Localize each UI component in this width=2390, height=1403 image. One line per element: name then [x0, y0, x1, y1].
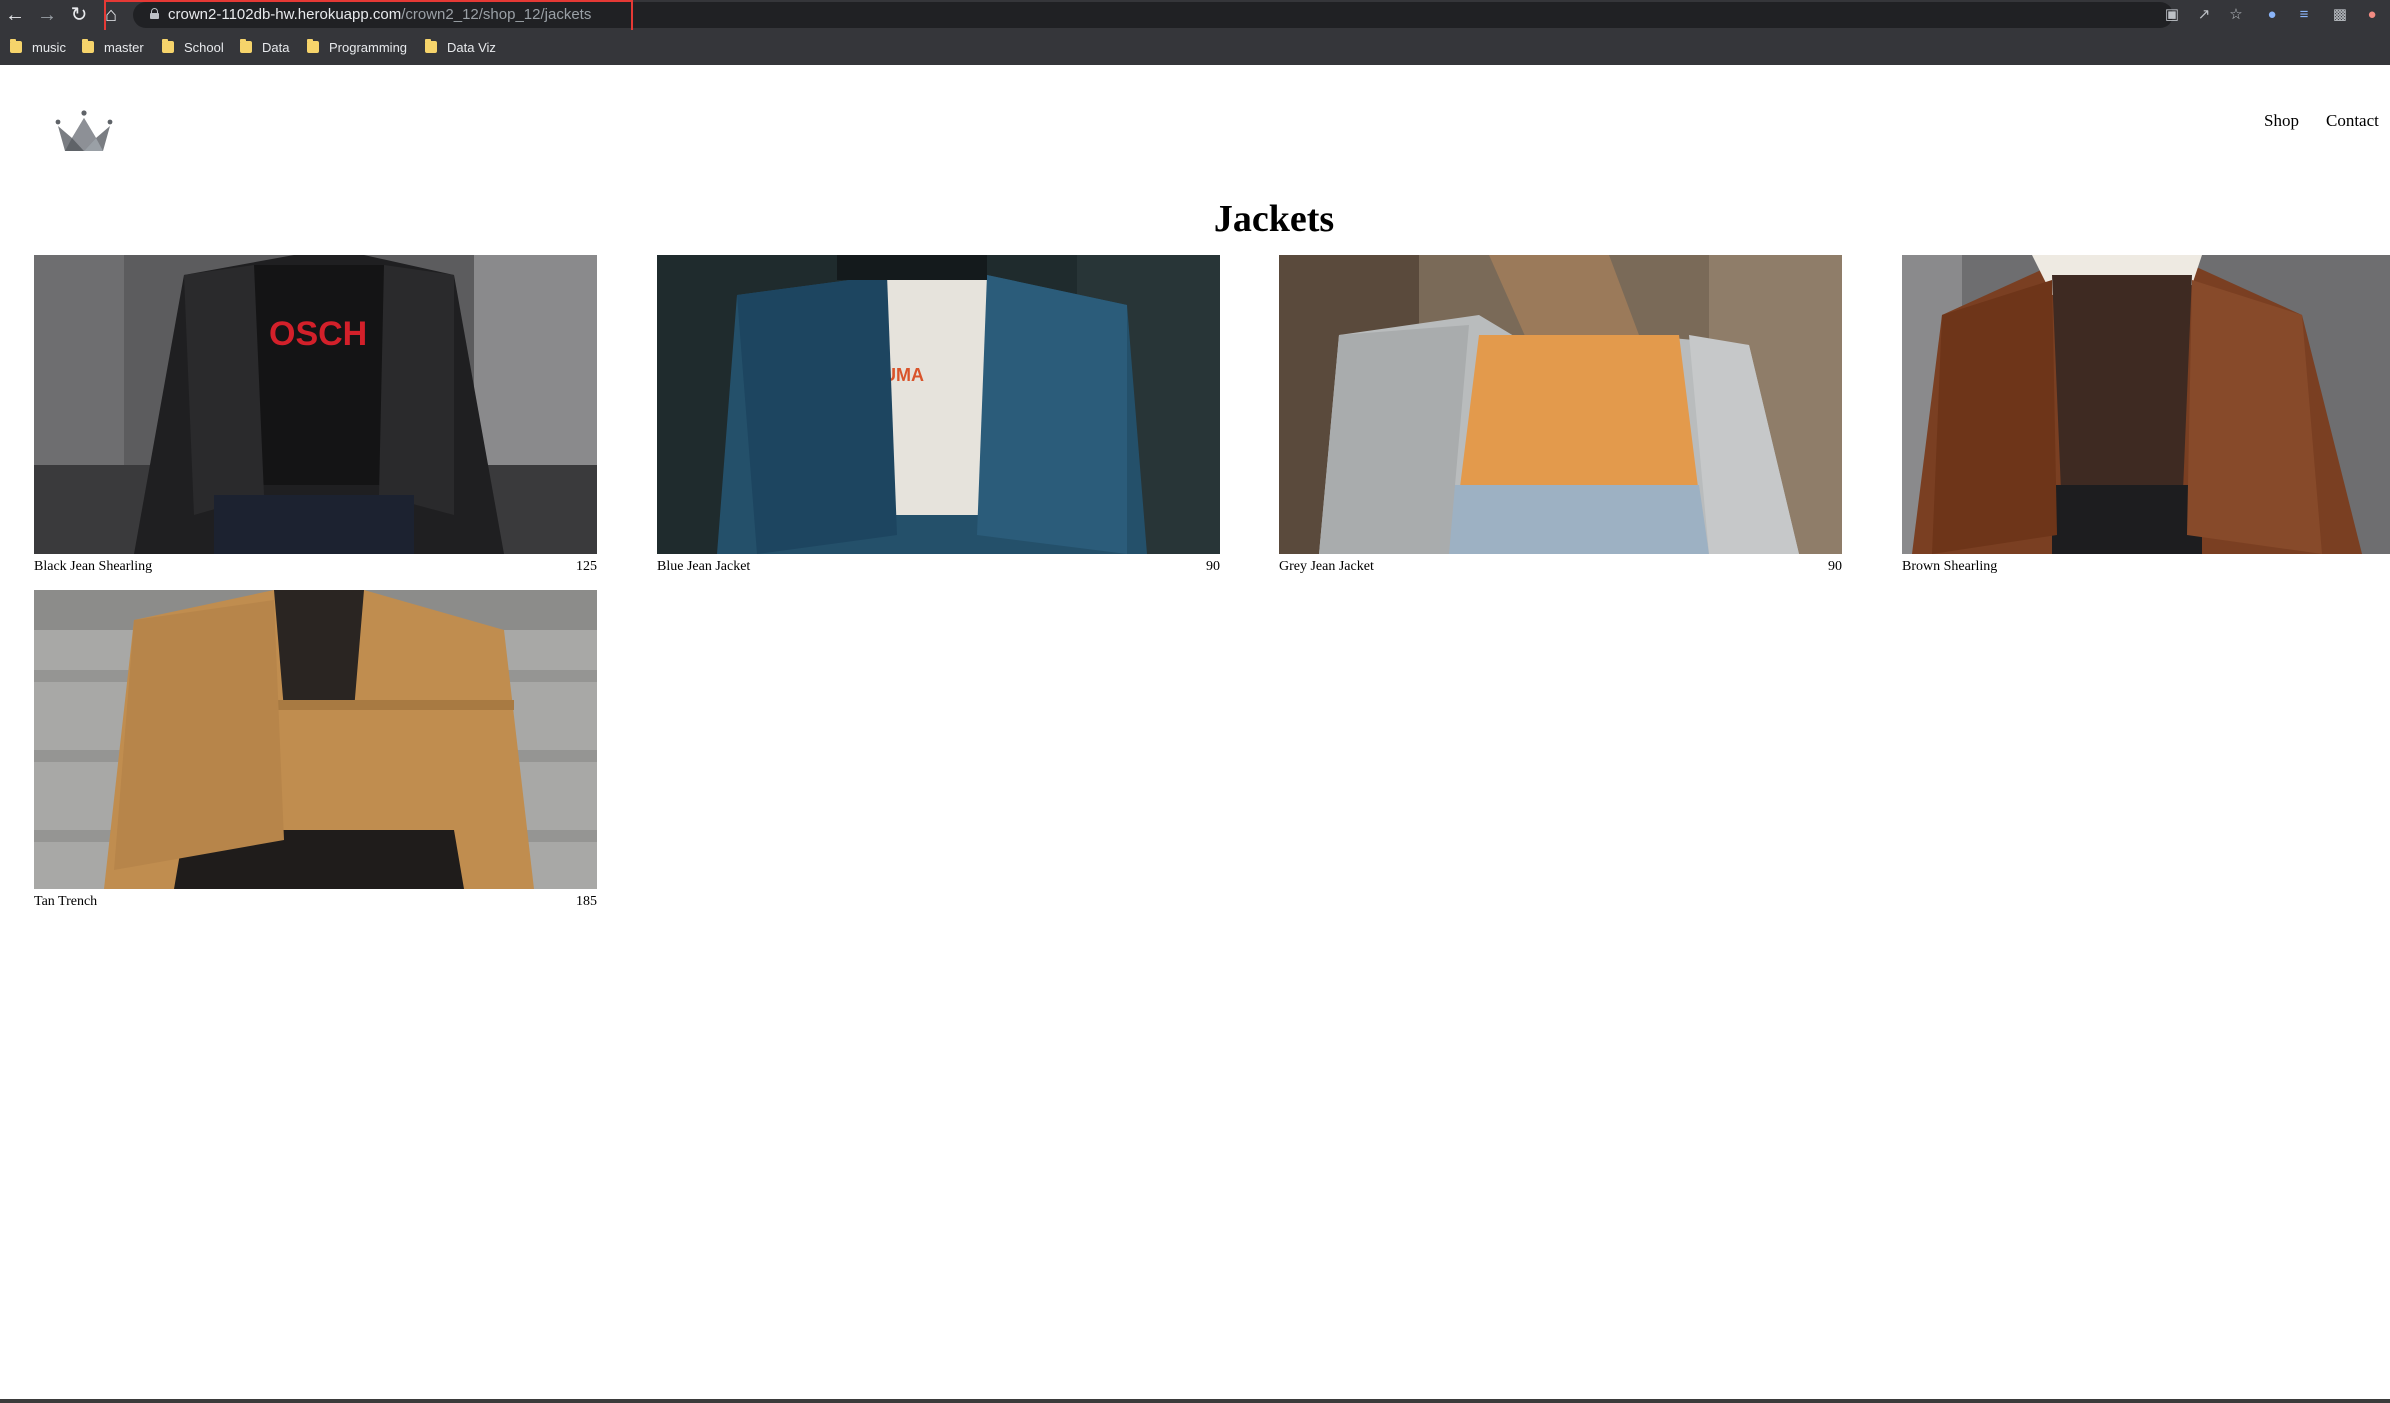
crown-logo[interactable] — [55, 108, 113, 154]
back-icon[interactable]: ← — [3, 3, 27, 27]
page-bottom-edge — [0, 1399, 2390, 1403]
extension-icon[interactable]: ● — [2262, 5, 2282, 25]
product-image[interactable] — [34, 590, 597, 889]
translate-icon[interactable]: ▣ — [2162, 5, 2182, 25]
lock-icon[interactable] — [150, 8, 159, 19]
nav-contact-link[interactable]: Contact — [2326, 111, 2379, 131]
folder-icon — [82, 39, 94, 53]
product-price: 185 — [576, 894, 597, 909]
product-image[interactable] — [1902, 255, 2390, 554]
folder-icon — [307, 39, 319, 53]
product-image[interactable]: OSCH — [34, 255, 597, 554]
product-image[interactable] — [1279, 255, 1842, 554]
collection-item[interactable]: PUMA Blue Jean Jacket 90 — [657, 255, 1220, 575]
product-name: Brown Shearling — [1902, 559, 1998, 574]
bookmark-data[interactable]: Data — [240, 38, 289, 56]
folder-icon — [10, 39, 22, 53]
product-price: 90 — [1828, 559, 1842, 574]
url-path: /crown2_12/shop_12/jackets — [401, 6, 592, 23]
url-host: crown2-1102db-hw.herokuapp.com — [168, 6, 402, 23]
bookmark-school[interactable]: School — [162, 38, 224, 56]
svg-text:OSCH: OSCH — [269, 315, 367, 353]
product-name: Blue Jean Jacket — [657, 559, 751, 574]
bookmark-label: School — [184, 39, 224, 55]
product-price: 125 — [576, 559, 597, 574]
folder-icon — [425, 39, 437, 53]
url-text[interactable]: crown2-1102db-hw.herokuapp.com/crown2_12… — [168, 6, 591, 24]
collection-item[interactable]: Tan Trench 185 — [34, 590, 597, 910]
share-icon[interactable]: ↗ — [2194, 5, 2214, 25]
bookmark-label: Data Viz — [447, 39, 496, 55]
collection-item[interactable]: Grey Jean Jacket 90 — [1279, 255, 1842, 575]
collection-item[interactable]: Brown Shearling — [1902, 255, 2390, 575]
bookmark-label: Programming — [329, 39, 408, 55]
folder-icon — [162, 39, 174, 53]
profile-icon[interactable]: ● — [2362, 5, 2382, 25]
product-name: Grey Jean Jacket — [1279, 559, 1374, 574]
bookmark-label: Data — [262, 39, 290, 55]
bookmark-label: music — [32, 39, 66, 55]
bookmark-data-viz[interactable]: Data Viz — [425, 38, 496, 56]
browser-toolbar: ← → ↻ ⌂ crown2-1102db-hw.herokuapp.com/c… — [0, 0, 2390, 30]
product-price: 90 — [1206, 559, 1220, 574]
extension-icon[interactable]: ▩ — [2330, 5, 2350, 25]
bookmarks-bar: music master School Data Programming Dat… — [0, 30, 2390, 65]
page-title: Jackets — [1213, 198, 1335, 240]
folder-icon — [240, 39, 252, 53]
home-icon[interactable]: ⌂ — [99, 3, 123, 27]
product-name: Black Jean Shearling — [34, 559, 153, 574]
forward-icon[interactable]: → — [35, 3, 59, 27]
bookmark-music[interactable]: music — [10, 38, 66, 56]
product-image[interactable]: PUMA — [657, 255, 1220, 554]
bookmark-label: master — [104, 39, 144, 55]
bookmark-programming[interactable]: Programming — [307, 38, 407, 56]
collection-item[interactable]: OSCH Black Jean Shearling 125 — [34, 255, 597, 575]
star-icon[interactable]: ☆ — [2226, 5, 2246, 25]
product-name: Tan Trench — [34, 894, 98, 909]
reload-icon[interactable]: ↻ — [67, 3, 91, 27]
nav-shop-link[interactable]: Shop — [2264, 111, 2299, 131]
extension-icon[interactable]: ≡ — [2294, 5, 2314, 25]
bookmark-master[interactable]: master — [82, 38, 144, 56]
